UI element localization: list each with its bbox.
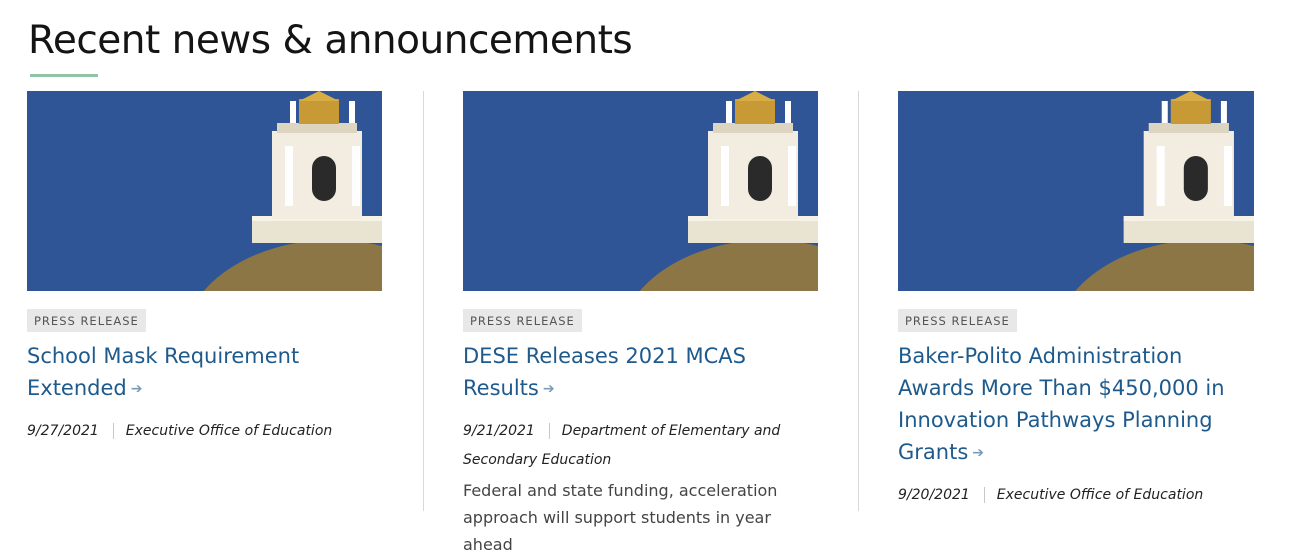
state-house-dome-image <box>463 91 818 291</box>
arrow-right-icon: ➔ <box>130 381 143 397</box>
press-release-tag: PRESS RELEASE <box>463 309 582 332</box>
title-underline <box>30 74 98 77</box>
state-house-dome-image <box>898 91 1254 291</box>
news-card: PRESS RELEASE Baker-Polito Administratio… <box>898 91 1254 510</box>
news-card-title: School Mask Requirement Extended <box>27 344 300 400</box>
column-divider <box>423 91 424 511</box>
news-summary: Federal and state funding, acceleration … <box>463 481 778 554</box>
press-release-tag: PRESS RELEASE <box>27 309 146 332</box>
news-card-meta: 9/21/2021 Department of Elementary and Se… <box>463 417 818 475</box>
news-date: 9/27/2021 <box>27 423 114 439</box>
column-divider <box>858 91 859 511</box>
news-card: PRESS RELEASE DESE Releases 2021 MCAS Re… <box>463 91 818 558</box>
news-card-title-link[interactable]: DESE Releases 2021 MCAS Results ➔ <box>463 340 818 405</box>
news-date: 9/21/2021 <box>463 423 550 439</box>
news-card: PRESS RELEASE School Mask Requirement Ex… <box>27 91 382 446</box>
press-release-tag: PRESS RELEASE <box>898 309 1017 332</box>
news-card-title: DESE Releases 2021 MCAS Results <box>463 344 746 400</box>
arrow-right-icon: ➔ <box>542 381 555 397</box>
news-card-image[interactable] <box>898 91 1254 291</box>
news-source: Executive Office of Education <box>125 423 333 439</box>
news-card-meta: 9/27/2021 Executive Office of Education <box>27 417 382 446</box>
news-card-meta: 9/20/2021 Executive Office of Education <box>898 481 1254 510</box>
news-card-title-link[interactable]: Baker-Polito Administration Awards More … <box>898 340 1254 469</box>
news-card-image[interactable] <box>463 91 818 291</box>
news-source: Executive Office of Education <box>996 487 1204 503</box>
news-card-title: Baker-Polito Administration Awards More … <box>898 344 1225 464</box>
news-card-image[interactable] <box>27 91 382 291</box>
section-title: Recent news & announcements <box>28 18 633 63</box>
state-house-dome-image <box>27 91 382 291</box>
news-card-title-link[interactable]: School Mask Requirement Extended ➔ <box>27 340 382 405</box>
news-date: 9/20/2021 <box>898 487 985 503</box>
arrow-right-icon: ➔ <box>972 445 984 461</box>
